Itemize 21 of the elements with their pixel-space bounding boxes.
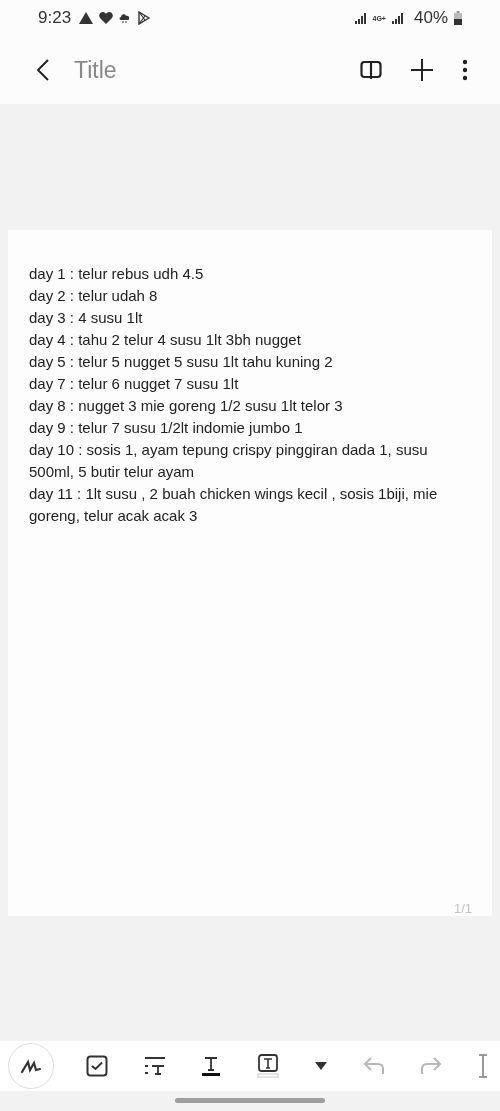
note-line: day 4 : tahu 2 telur 4 susu 1lt 3bh nugget bbox=[29, 330, 302, 350]
note-line: day 9 : telur 7 susu 1/2lt indomie jumbo 1 bbox=[29, 418, 304, 438]
signal-icon bbox=[354, 12, 367, 24]
heart-icon bbox=[99, 12, 114, 24]
note-line: day 11 : 1lt susu , 2 buah chicken wings kecil , sosis 1biji, mie goreng, telur acak acak 3 bbox=[29, 484, 439, 526]
battery-icon bbox=[454, 11, 462, 25]
note-line: day 1 : telur rebus udh 4.5 bbox=[29, 264, 205, 284]
note-line: day 5 : telur 5 nugget 5 susu 1lt tahu kuning 2 bbox=[29, 352, 334, 372]
page-indicator: 1/1 bbox=[453, 901, 472, 916]
status-time: 9:23 bbox=[38, 8, 72, 28]
note-line: day 2 : telur udah 8 bbox=[29, 286, 159, 306]
note-line: day 8 : nugget 3 mie goreng 1/2 susu 1lt telor 3 bbox=[29, 396, 344, 416]
signal-icon bbox=[391, 12, 404, 24]
battery-percent: 40% bbox=[413, 8, 448, 28]
note-title[interactable]: Title bbox=[74, 56, 117, 84]
cloud-icon bbox=[119, 12, 132, 24]
warning-icon bbox=[79, 12, 94, 24]
pen-icon bbox=[20, 1058, 42, 1074]
note-line: day 7 : telur 6 nugget 7 susu 1lt bbox=[29, 374, 240, 394]
note-line: day 3 : 4 susu 1lt bbox=[29, 308, 144, 328]
play-store-icon bbox=[137, 11, 152, 25]
